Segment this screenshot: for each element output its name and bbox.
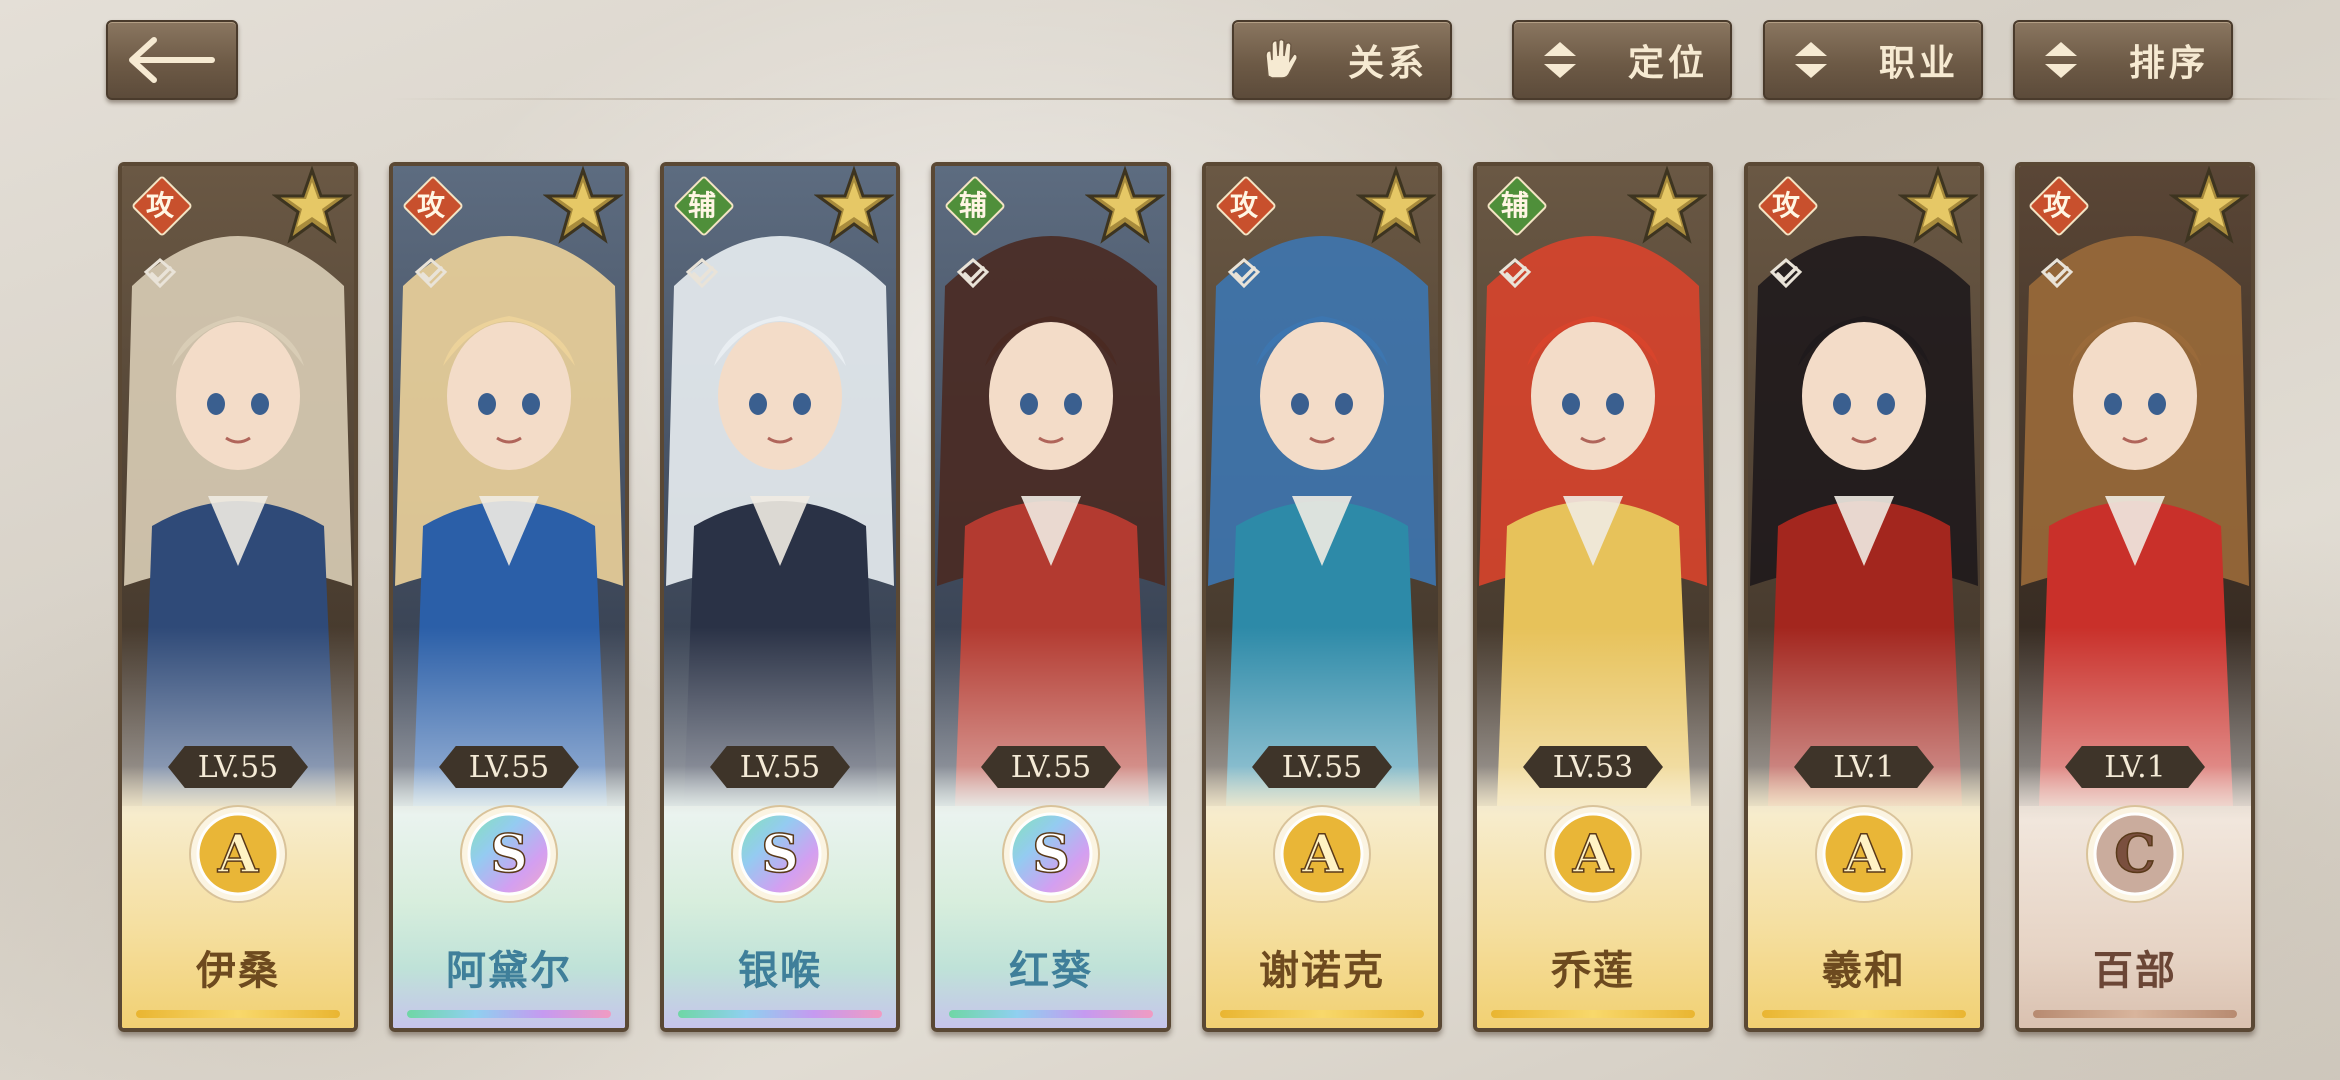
relation-filter-button[interactable]: 关系 <box>1232 20 1452 100</box>
sort-updown-icon <box>1787 36 1835 84</box>
rank-letter: A <box>1301 824 1343 885</box>
role-label: 攻 <box>1229 189 1258 222</box>
rank-emblem: S <box>731 805 829 903</box>
role-label: 攻 <box>2042 189 2071 222</box>
role-label: 攻 <box>416 189 445 222</box>
character-card[interactable]: 辅 LV.55 S 红葵 <box>931 162 1171 1032</box>
relation-filter-label: 关系 <box>1347 42 1428 84</box>
role-label: 辅 <box>958 189 987 222</box>
role-badge: 攻 <box>2027 174 2091 238</box>
star-icon <box>1356 166 1436 244</box>
checkmark-icon[interactable] <box>136 250 184 298</box>
rank-emblem: A <box>1273 805 1371 903</box>
character-card[interactable]: 攻 LV.1 C 百部 <box>2015 162 2255 1032</box>
level-tag: LV.1 <box>2065 746 2205 788</box>
rank-emblem: S <box>460 805 558 903</box>
sort-updown-icon <box>2037 36 2085 84</box>
sort-updown-icon <box>1536 36 1584 84</box>
rank-emblem: C <box>2086 805 2184 903</box>
star-icon <box>272 166 352 244</box>
checkmark-icon[interactable] <box>678 250 726 298</box>
character-name: 红葵 <box>1009 947 1093 994</box>
rank-letter: S <box>490 824 528 885</box>
character-name: 乔莲 <box>1551 947 1635 994</box>
star-icon <box>543 166 623 244</box>
rarity-bar <box>678 1010 882 1018</box>
character-name: 银喉 <box>738 947 822 994</box>
level-tag: LV.55 <box>439 746 579 788</box>
rarity-bar <box>1491 1010 1695 1018</box>
star-icon <box>814 166 894 244</box>
star-icon <box>1627 166 1707 244</box>
checkmark-icon[interactable] <box>2033 250 2081 298</box>
role-badge: 攻 <box>1756 174 1820 238</box>
checkmark-icon[interactable] <box>949 250 997 298</box>
glove-icon <box>1256 36 1304 84</box>
rarity-bar <box>1762 1010 1966 1018</box>
role-badge: 攻 <box>1214 174 1278 238</box>
character-name: 伊桑 <box>196 947 280 994</box>
star-icon <box>2169 166 2249 244</box>
rarity-bar <box>949 1010 1153 1018</box>
rank-letter: A <box>217 824 259 885</box>
star-icon <box>1898 166 1978 244</box>
role-badge: 辅 <box>943 174 1007 238</box>
character-name: 百部 <box>2093 947 2177 994</box>
character-card[interactable]: 攻 LV.55 A 谢诺克 <box>1202 162 1442 1032</box>
role-label: 攻 <box>1771 189 1800 222</box>
role-label: 辅 <box>1500 189 1529 222</box>
rank-letter: A <box>1843 824 1885 885</box>
role-badge: 攻 <box>401 174 465 238</box>
rank-emblem: A <box>1544 805 1642 903</box>
class-filter-label: 职业 <box>1878 42 1959 84</box>
role-label: 攻 <box>145 189 174 222</box>
checkmark-icon[interactable] <box>1491 250 1539 298</box>
back-button[interactable] <box>106 20 238 100</box>
role-label: 辅 <box>687 189 716 222</box>
star-icon <box>1085 166 1165 244</box>
level-tag: LV.53 <box>1523 746 1663 788</box>
role-badge: 辅 <box>672 174 736 238</box>
level-tag: LV.55 <box>981 746 1121 788</box>
character-name: 阿黛尔 <box>446 947 572 994</box>
checkmark-icon[interactable] <box>1762 250 1810 298</box>
rank-emblem: A <box>1815 805 1913 903</box>
position-filter-label: 定位 <box>1627 42 1708 84</box>
rarity-bar <box>136 1010 340 1018</box>
role-badge: 攻 <box>130 174 194 238</box>
level-tag: LV.55 <box>710 746 850 788</box>
position-filter-button[interactable]: 定位 <box>1512 20 1732 100</box>
rank-emblem: S <box>1002 805 1100 903</box>
rarity-bar <box>1220 1010 1424 1018</box>
sort-label: 排序 <box>2128 42 2209 84</box>
character-name: 谢诺克 <box>1259 947 1385 994</box>
class-filter-button[interactable]: 职业 <box>1763 20 1983 100</box>
rarity-bar <box>2033 1010 2237 1018</box>
rank-emblem: A <box>189 805 287 903</box>
character-card[interactable]: 攻 LV.1 A 羲和 <box>1744 162 1984 1032</box>
character-card[interactable]: 辅 LV.53 A 乔莲 <box>1473 162 1713 1032</box>
character-card[interactable]: 辅 LV.55 S 银喉 <box>660 162 900 1032</box>
rank-letter: A <box>1572 824 1614 885</box>
rank-letter: S <box>761 824 799 885</box>
checkmark-icon[interactable] <box>407 250 455 298</box>
character-name: 羲和 <box>1822 947 1906 994</box>
checkmark-icon[interactable] <box>1220 250 1268 298</box>
level-tag: LV.1 <box>1794 746 1934 788</box>
arrow-left-icon <box>129 37 215 83</box>
rarity-bar <box>407 1010 611 1018</box>
rank-letter: C <box>2114 824 2155 885</box>
character-card[interactable]: 攻 LV.55 A 伊桑 <box>118 162 358 1032</box>
rank-letter: S <box>1032 824 1070 885</box>
sort-button[interactable]: 排序 <box>2013 20 2233 100</box>
level-tag: LV.55 <box>1252 746 1392 788</box>
character-card[interactable]: 攻 LV.55 S 阿黛尔 <box>389 162 629 1032</box>
level-tag: LV.55 <box>168 746 308 788</box>
role-badge: 辅 <box>1485 174 1549 238</box>
